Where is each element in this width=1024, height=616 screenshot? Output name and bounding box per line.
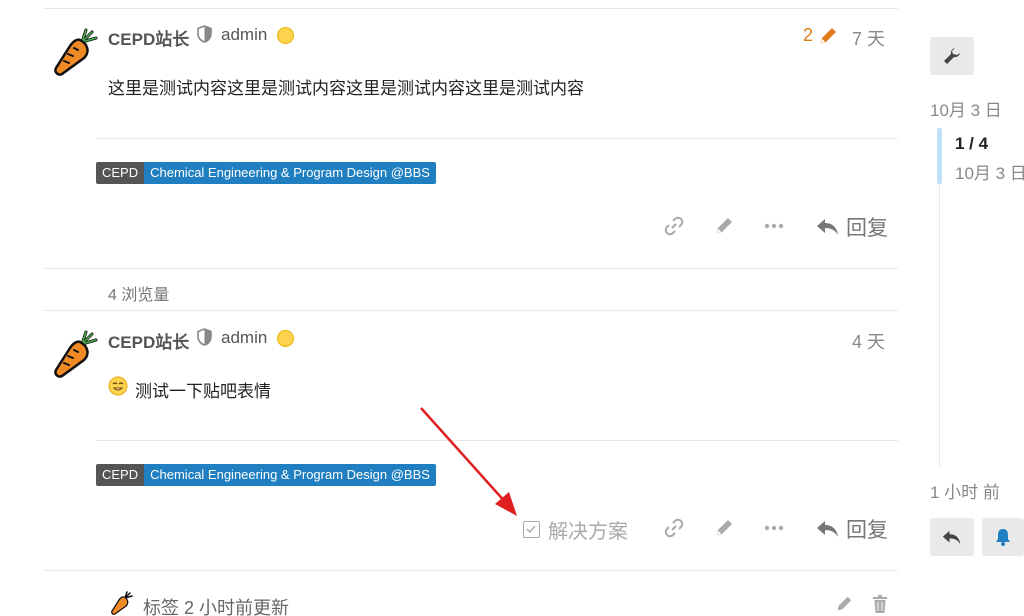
notification-button[interactable] (982, 518, 1024, 556)
badge-right: Chemical Engineering & Program Design @B… (144, 464, 436, 486)
reply-icon (817, 219, 838, 235)
post-1-date[interactable]: 7 天 (852, 25, 885, 51)
shield-icon (197, 25, 212, 46)
timeline-start-date[interactable]: 10月 3 日 (930, 96, 1002, 121)
top-divider (44, 8, 898, 9)
timeline-handle[interactable] (937, 128, 942, 184)
post-1-signature-badge[interactable]: CEPD Chemical Engineering & Program Desi… (96, 162, 436, 184)
timeline-position: 1 / 4 (955, 134, 989, 153)
reply-label: 回复 (846, 519, 888, 542)
timeline-end-date[interactable]: 1 小时 前 (930, 478, 1000, 503)
reply-icon (942, 530, 961, 544)
link-icon[interactable] (662, 516, 686, 540)
carrot-avatar-icon[interactable] (110, 591, 134, 615)
sidebar-reply-button[interactable] (930, 518, 974, 556)
wrench-icon (944, 48, 960, 64)
post-2-avatar[interactable] (52, 330, 100, 383)
reply-label: 回复 (846, 217, 888, 240)
post-1-reply-button[interactable]: 回复 (816, 212, 888, 242)
edit-pencil-icon[interactable] (712, 516, 736, 540)
timeline-position-date: 10月 3 日 (955, 164, 1024, 183)
checkbox-icon (523, 521, 540, 538)
solution-label: 解决方案 (548, 521, 628, 543)
post-1-bottom-divider (44, 268, 898, 269)
post-1-content-divider (96, 138, 898, 139)
trash-icon[interactable] (870, 594, 890, 614)
link-icon[interactable] (662, 214, 686, 238)
solution-button[interactable]: 解决方案 (523, 515, 628, 544)
annotation-arrow-icon (420, 407, 517, 516)
shield-icon (197, 328, 212, 349)
post-1-username[interactable]: CEPD站长 (108, 25, 189, 50)
smiley-emoji-icon (277, 330, 294, 352)
admin-wrench-button[interactable] (930, 37, 974, 75)
edit-pencil-icon[interactable] (834, 594, 854, 614)
more-icon[interactable] (762, 214, 786, 238)
post-1-edit-count[interactable]: 2 (803, 25, 813, 46)
more-icon[interactable] (762, 516, 786, 540)
post-1-content: 这里是测试内容这里是测试内容这里是测试内容这里是测试内容 (108, 79, 584, 98)
smiley-emoji-icon (277, 27, 294, 49)
post-2-content: 测试一下贴吧表情 (135, 382, 271, 401)
post-2-reply-button[interactable]: 回复 (816, 514, 888, 544)
post-2-date[interactable]: 4 天 (852, 328, 885, 354)
pencil-icon[interactable] (818, 26, 838, 51)
small-action-text: 标签 2 小时前更新 (143, 598, 290, 616)
reply-icon (817, 521, 838, 537)
post-1-user-title: admin (221, 25, 268, 44)
post-1-avatar[interactable] (52, 28, 100, 81)
post-2-signature-badge[interactable]: CEPD Chemical Engineering & Program Desi… (96, 464, 436, 486)
badge-right: Chemical Engineering & Program Design @B… (144, 162, 436, 184)
badge-left: CEPD (96, 464, 145, 486)
carrot-avatar-icon (54, 28, 98, 76)
bell-icon (996, 529, 1010, 546)
post-2-username[interactable]: CEPD站长 (108, 328, 189, 353)
post-2-bottom-divider (44, 570, 898, 571)
carrot-avatar-icon (54, 330, 98, 378)
views-count: 4 浏览量 (108, 287, 170, 304)
post-2-user-title: admin (221, 328, 268, 347)
edit-pencil-icon[interactable] (712, 214, 736, 238)
tieba-emoji-icon (108, 376, 128, 396)
badge-left: CEPD (96, 162, 145, 184)
views-divider (44, 310, 898, 311)
